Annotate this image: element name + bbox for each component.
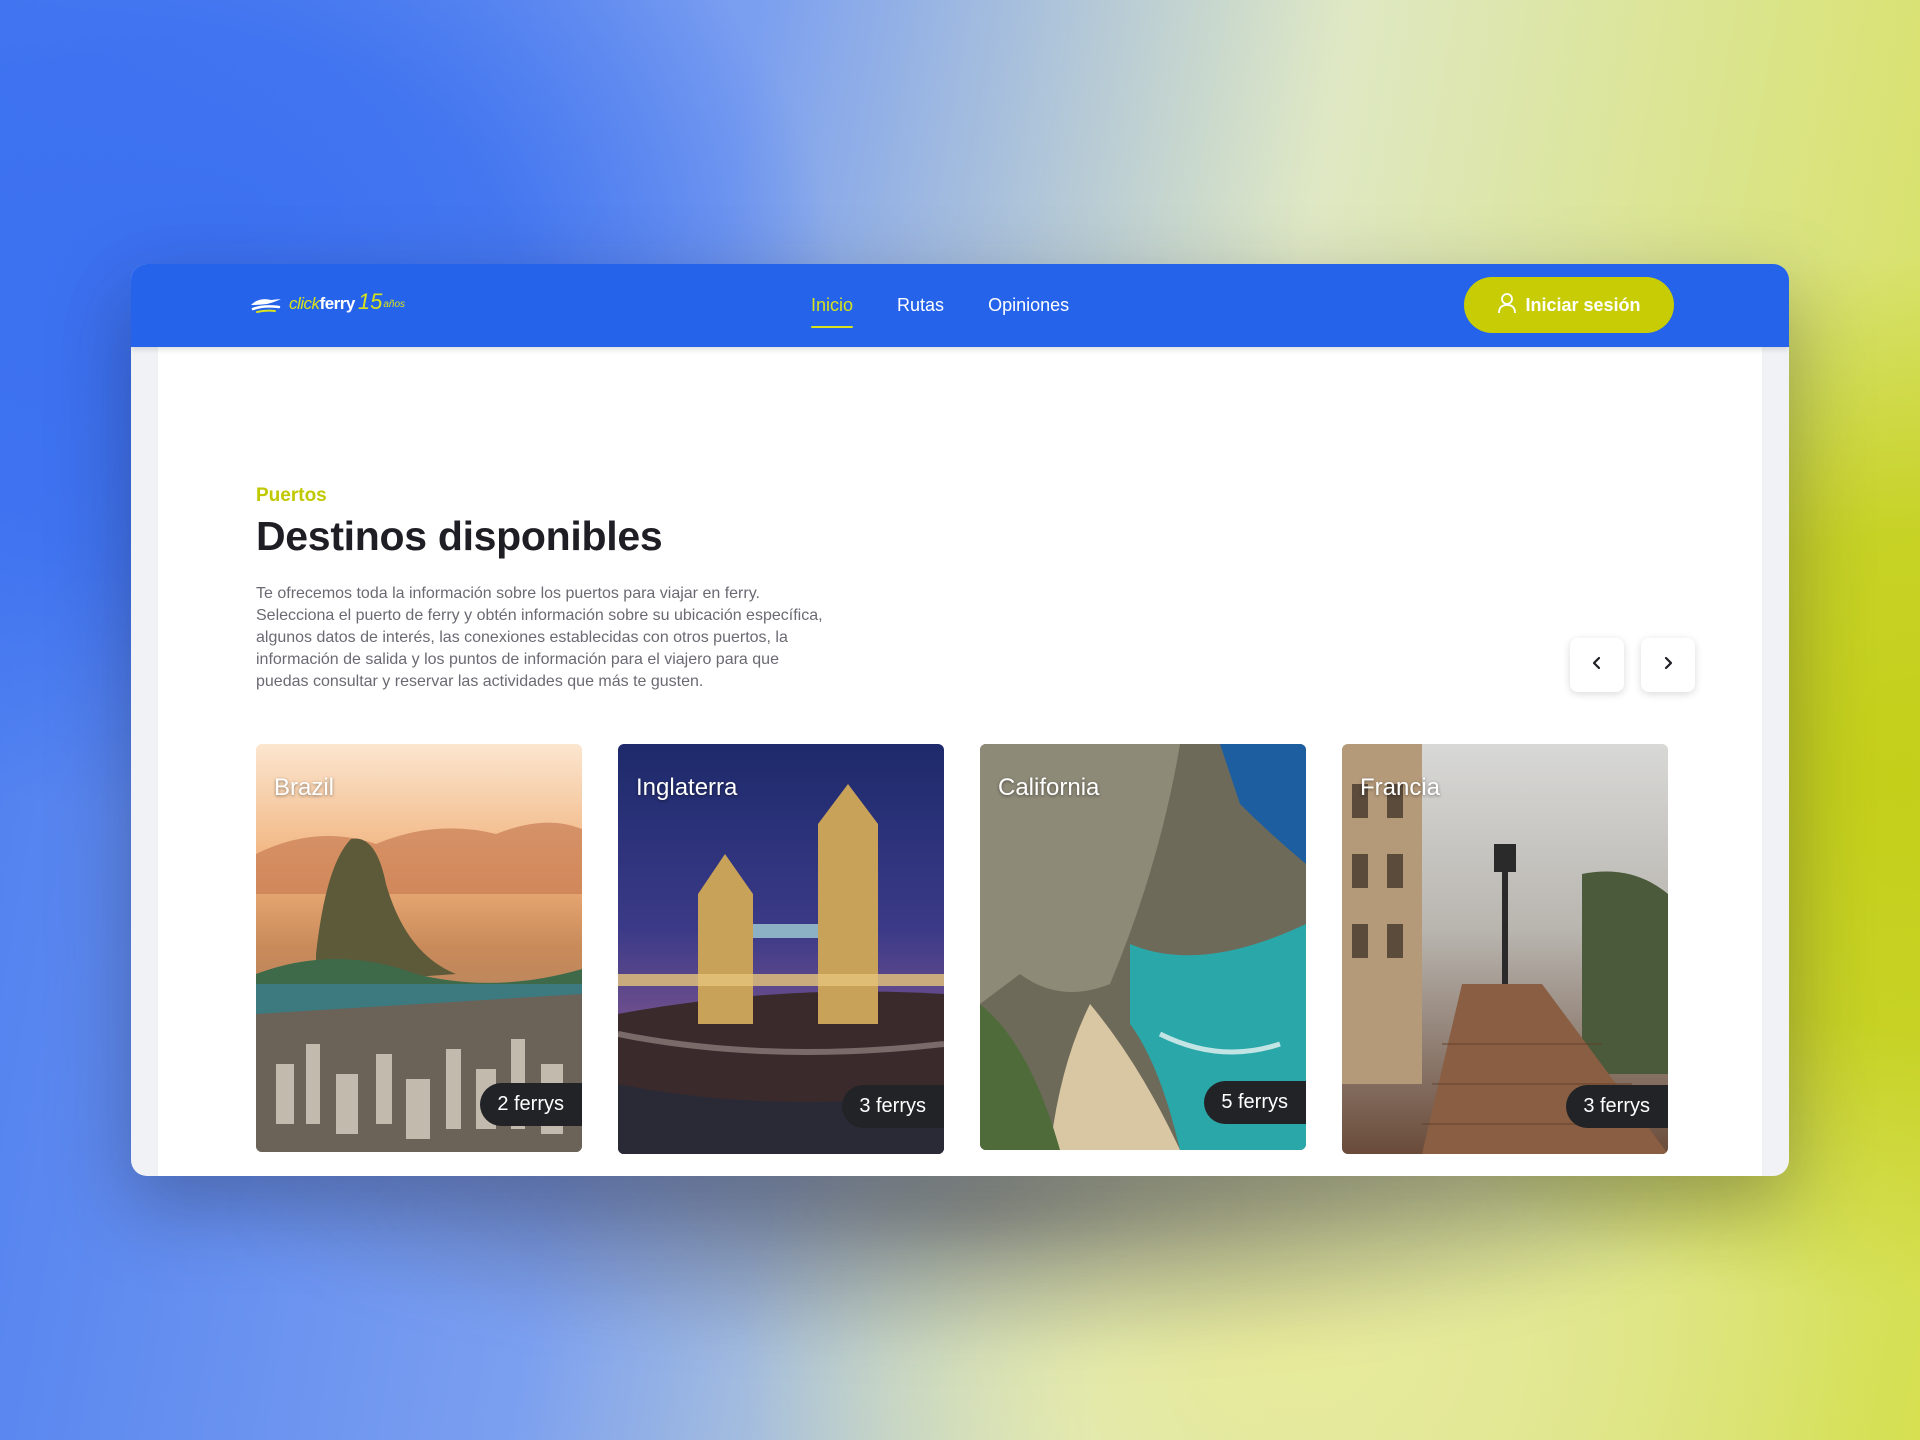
destination-name: Francia — [1360, 774, 1441, 801]
login-button[interactable]: Iniciar sesión — [1464, 277, 1674, 333]
login-label: Iniciar sesión — [1525, 294, 1641, 315]
nav-item-opiniones[interactable]: Opiniones — [988, 287, 1069, 324]
clickferry-logo[interactable]: click ferry 15 años — [249, 286, 405, 322]
destination-card-california[interactable]: California 5 ferrys — [980, 744, 1306, 1150]
chevron-left-icon — [1589, 655, 1605, 676]
main-menu: Inicio Rutas Opiniones — [811, 264, 1069, 347]
destination-name: Brazil — [274, 774, 335, 801]
chevron-right-icon — [1660, 655, 1676, 676]
ferry-count-badge: 3 ferrys — [1566, 1085, 1668, 1128]
ferry-count-badge: 2 ferrys — [480, 1083, 582, 1126]
carousel-prev-button[interactable] — [1570, 638, 1624, 692]
user-icon — [1497, 292, 1517, 319]
nav-item-inicio[interactable]: Inicio — [811, 287, 854, 328]
nav-item-rutas[interactable]: Rutas — [897, 287, 944, 324]
destination-card-inglaterra[interactable]: Inglaterra 3 ferrys — [618, 744, 944, 1154]
section-description: Te ofrecemos toda la información sobre l… — [256, 585, 823, 690]
section-eyebrow: Puertos — [256, 485, 327, 506]
browser-window: click ferry 15 años Inicio Rutas Opinion… — [131, 264, 1789, 1176]
carousel-next-button[interactable] — [1641, 638, 1695, 692]
page-title: Destinos disponibles — [256, 513, 663, 559]
logo-years-word: años — [383, 298, 406, 310]
destination-name: California — [998, 774, 1100, 801]
destination-name: Inglaterra — [636, 774, 738, 801]
ferry-count-badge: 3 ferrys — [842, 1085, 944, 1128]
destination-card-francia[interactable]: Francia 3 ferrys — [1342, 744, 1668, 1154]
ferry-count-badge: 5 ferrys — [1204, 1081, 1306, 1124]
main-content: Puertos Destinos disponibles Te ofrecemo… — [158, 347, 1762, 1176]
logo-click-text: click — [289, 294, 320, 313]
destination-card-brazil[interactable]: Brazil 2 ferrys — [256, 744, 582, 1152]
top-navigation-bar: click ferry 15 años Inicio Rutas Opinion… — [131, 264, 1789, 347]
ferry-logo-icon — [249, 293, 283, 315]
logo-ferry-text: ferry — [319, 294, 356, 313]
logo-years-number: 15 — [357, 289, 383, 314]
